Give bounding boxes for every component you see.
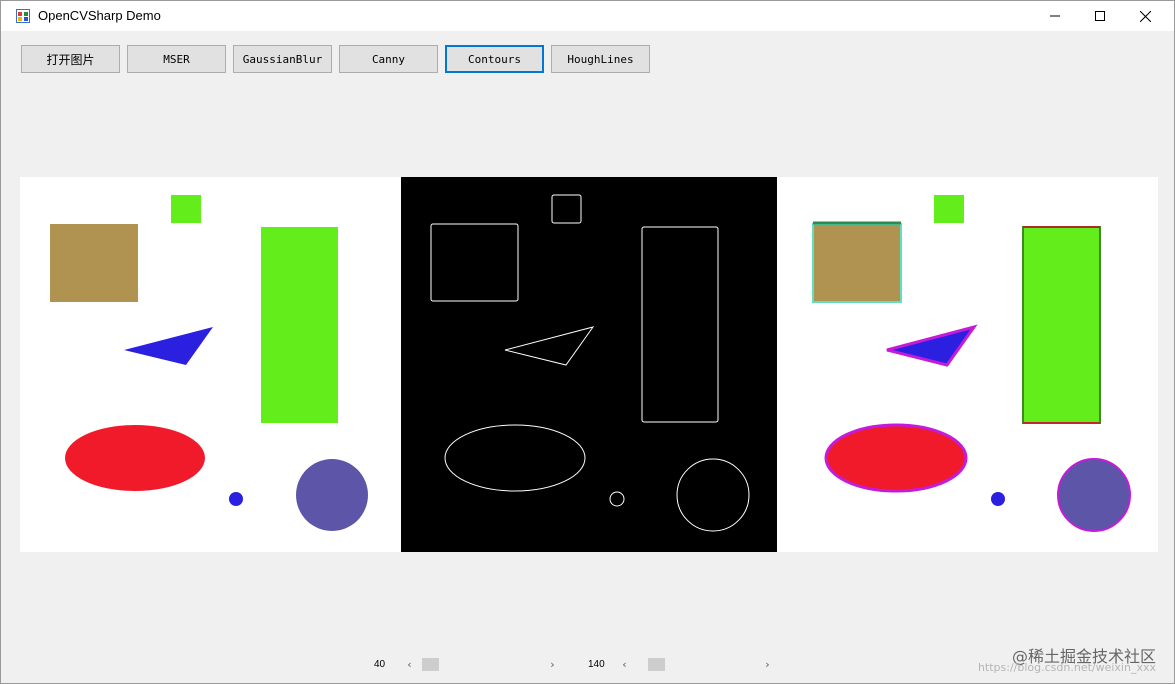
gaussianblur-button[interactable]: GaussianBlur <box>233 45 332 73</box>
minimize-icon <box>1050 15 1060 17</box>
threshold1-value: 40 <box>374 659 386 670</box>
app-window: OpenCVSharp Demo 打开图片 MSER GaussianBlur … <box>0 0 1175 684</box>
scroll-thumb[interactable] <box>648 658 665 671</box>
threshold1-scrollbar[interactable]: ‹ › <box>401 657 561 672</box>
contours-button[interactable]: Contours <box>445 45 544 73</box>
app-icon <box>16 9 30 23</box>
contour-slate-circle <box>1057 458 1131 532</box>
tan-square <box>50 224 138 302</box>
contour-red-ellipse <box>824 423 968 493</box>
window-title: OpenCVSharp Demo <box>38 8 161 23</box>
edges-image-panel <box>401 177 777 552</box>
contours-image-panel <box>777 177 1158 552</box>
scroll-right-icon[interactable]: › <box>759 657 776 672</box>
maximize-button[interactable] <box>1077 1 1123 31</box>
contour-blue-dot <box>991 492 1005 506</box>
threshold2-value: 140 <box>588 659 605 670</box>
close-icon <box>1139 10 1151 22</box>
open-image-button[interactable]: 打开图片 <box>21 45 120 73</box>
red-ellipse <box>65 425 205 491</box>
threshold2-scrollbar[interactable]: ‹ › <box>616 657 776 672</box>
contour-tan-square <box>812 223 902 303</box>
contour-green-rectangle <box>1022 226 1101 424</box>
green-rectangle <box>261 227 338 423</box>
green-small-square <box>171 195 201 223</box>
watermark-url: https://blog.csdn.net/weixin_xxx <box>977 661 1156 674</box>
minimize-button[interactable] <box>1032 1 1078 31</box>
mser-button[interactable]: MSER <box>127 45 226 73</box>
source-image-panel <box>20 177 401 552</box>
scroll-right-icon[interactable]: › <box>544 657 561 672</box>
scroll-left-icon[interactable]: ‹ <box>401 657 418 672</box>
slate-circle <box>296 459 368 531</box>
scroll-left-icon[interactable]: ‹ <box>616 657 633 672</box>
title-bar[interactable]: OpenCVSharp Demo <box>1 1 1174 31</box>
scroll-thumb[interactable] <box>422 658 439 671</box>
houghlines-button[interactable]: HoughLines <box>551 45 650 73</box>
canny-button[interactable]: Canny <box>339 45 438 73</box>
close-button[interactable] <box>1122 1 1168 31</box>
maximize-icon <box>1095 11 1105 21</box>
blue-dot <box>229 492 243 506</box>
contour-green-small-square <box>934 195 964 223</box>
